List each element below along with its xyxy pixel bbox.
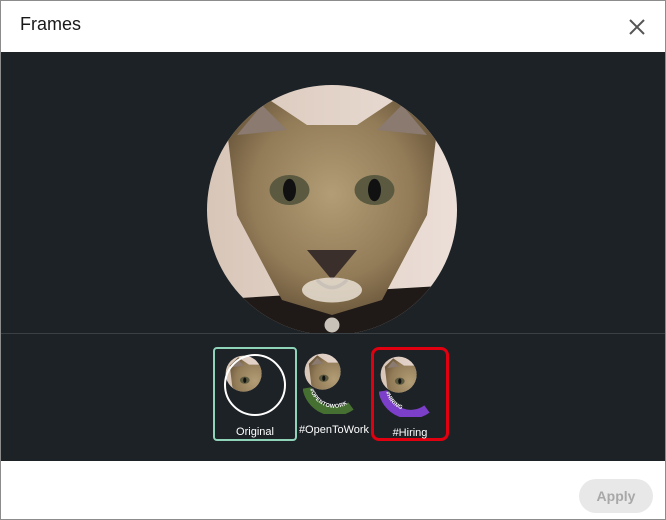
- frame-label-hiring: #Hiring: [392, 427, 428, 439]
- dialog-title: Frames: [20, 14, 82, 34]
- apply-button[interactable]: Apply: [579, 479, 653, 513]
- frame-thumbnail-opentowork: #OPENTOWORK: [303, 352, 354, 414]
- frame-thumbnail-original: [224, 354, 286, 416]
- close-button[interactable]: [621, 11, 653, 43]
- frames-dialog: Frames Original #OPENTOWORK #OpenToWork …: [0, 0, 666, 520]
- frame-thumbnail-hiring: #HIRING: [379, 355, 430, 417]
- dialog-footer: Apply: [1, 461, 665, 519]
- dialog-header: Frames: [1, 1, 665, 52]
- close-icon: [629, 19, 645, 35]
- photo-preview-area: [1, 52, 665, 333]
- frame-options: Original #OPENTOWORK #OpenToWork #HIRING…: [1, 334, 665, 461]
- frame-option-hiring[interactable]: #HIRING #Hiring: [371, 347, 449, 441]
- frame-option-opentowork[interactable]: #OPENTOWORK #OpenToWork: [295, 347, 373, 441]
- profile-photo-preview: [207, 85, 457, 335]
